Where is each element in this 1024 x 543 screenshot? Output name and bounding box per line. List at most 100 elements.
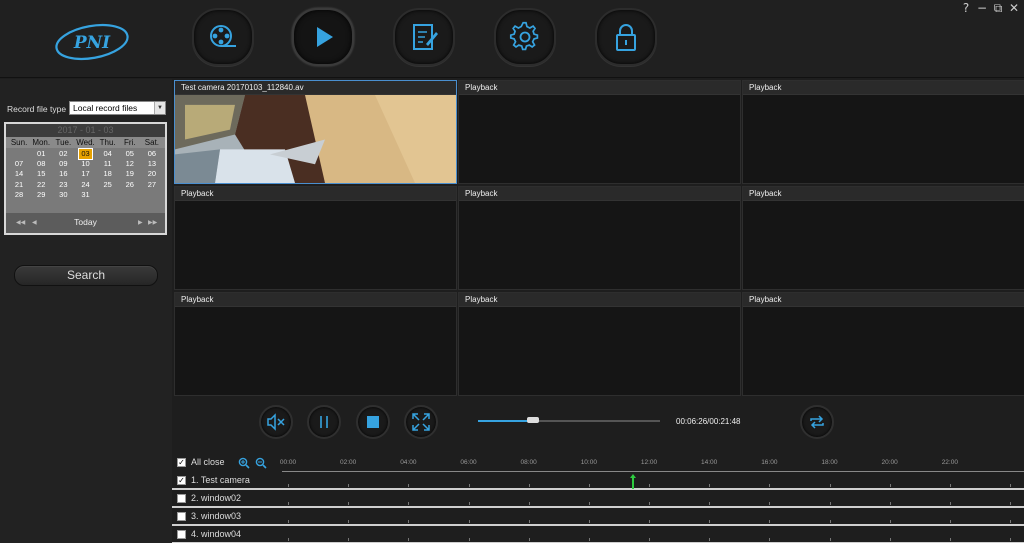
weekday-label: Sun. — [10, 138, 28, 147]
weekday-label: Thu. — [99, 138, 116, 147]
row-tick — [889, 520, 891, 523]
timeline-row[interactable]: ✓ 1. Test camera — [172, 472, 1024, 490]
row-checkbox[interactable] — [177, 530, 186, 539]
progress-slider[interactable] — [478, 417, 660, 423]
arrow-up-icon — [629, 474, 636, 489]
calendar-day[interactable]: 23 — [52, 180, 74, 190]
row-tick — [468, 502, 470, 505]
playback-pane[interactable]: Test camera 20170103_112840.av — [174, 80, 457, 184]
settings-button[interactable] — [494, 8, 556, 66]
restore-button[interactable]: ⧉ — [992, 1, 1004, 15]
calendar-day[interactable]: 14 — [8, 169, 30, 179]
calendar-day[interactable]: 16 — [52, 169, 74, 179]
calendar-day[interactable]: 30 — [52, 190, 74, 200]
calendar-day[interactable]: 03 — [78, 147, 93, 161]
row-checkbox[interactable]: ✓ — [177, 476, 186, 485]
row-tick — [889, 538, 891, 541]
playback-button[interactable] — [292, 8, 354, 66]
calendar-day[interactable]: 02 — [52, 149, 74, 159]
playback-pane[interactable]: Playback — [458, 292, 741, 396]
record-file-type-select[interactable]: Local record files ▼ — [69, 101, 166, 115]
row-tick — [468, 520, 470, 523]
lock-icon — [616, 24, 636, 51]
calendar-day[interactable]: 20 — [141, 169, 163, 179]
row-tick — [588, 538, 590, 541]
hour-tick-label: 02:00 — [340, 459, 357, 466]
calendar-day[interactable]: 08 — [30, 159, 52, 169]
timeline-row[interactable]: 2. window02 — [172, 490, 1024, 508]
playback-pane[interactable]: Playback — [174, 292, 457, 396]
help-button[interactable]: ? — [960, 1, 972, 15]
zoom-in-icon[interactable] — [238, 457, 250, 469]
window-controls: ? − ⧉ ✕ — [960, 1, 1020, 15]
row-tick — [468, 538, 470, 541]
mute-button[interactable] — [259, 405, 293, 439]
calendar-day[interactable]: 10 — [74, 159, 96, 169]
timeline-row[interactable]: 3. window03 — [172, 508, 1024, 526]
calendar-day[interactable]: 05 — [119, 149, 141, 159]
calendar-day[interactable]: 04 — [97, 149, 119, 159]
play-icon — [317, 27, 333, 47]
row-tick — [769, 502, 771, 505]
zoom-out-icon[interactable] — [255, 457, 267, 469]
row-tick — [408, 538, 410, 541]
calendar-day[interactable]: 24 — [74, 180, 96, 190]
row-tick — [889, 484, 891, 487]
next-year-icon[interactable]: ▶▶ — [148, 219, 157, 226]
record-files-button[interactable] — [192, 8, 254, 66]
time-readout: 00:06:26/00:21:48 — [676, 417, 741, 426]
calendar-day[interactable]: 21 — [8, 180, 30, 190]
speaker-mute-icon — [267, 413, 285, 431]
playhead-marker[interactable] — [629, 474, 636, 489]
playback-pane[interactable]: Playback — [174, 186, 457, 290]
calendar-day[interactable]: 29 — [30, 190, 52, 200]
row-tick — [528, 520, 530, 523]
playback-pane[interactable]: Playback — [742, 186, 1024, 290]
row-tick — [949, 502, 951, 505]
pause-button[interactable] — [307, 405, 341, 439]
calendar-day[interactable]: 01 — [30, 149, 52, 159]
calendar-day[interactable]: 09 — [52, 159, 74, 169]
close-button[interactable]: ✕ — [1008, 1, 1020, 15]
calendar-day[interactable]: 17 — [74, 169, 96, 179]
row-tick — [769, 538, 771, 541]
calendar-day[interactable]: 25 — [97, 180, 119, 190]
calendar-day[interactable]: 22 — [30, 180, 52, 190]
log-button[interactable] — [393, 8, 455, 66]
calendar-day[interactable]: 07 — [8, 159, 30, 169]
playback-pane[interactable]: Playback — [458, 186, 741, 290]
row-checkbox[interactable] — [177, 494, 186, 503]
calendar-day[interactable]: 27 — [141, 180, 163, 190]
calendar-day[interactable]: 18 — [97, 169, 119, 179]
row-tick — [829, 502, 831, 505]
calendar-day[interactable]: 06 — [141, 149, 163, 159]
next-month-icon[interactable]: ▶ — [138, 219, 143, 226]
playback-pane[interactable]: Playback — [742, 292, 1024, 396]
calendar-day[interactable]: 31 — [74, 190, 96, 200]
calendar-day[interactable]: 12 — [119, 159, 141, 169]
calendar-day[interactable]: 11 — [97, 159, 119, 169]
calendar-day[interactable]: 19 — [119, 169, 141, 179]
all-close-checkbox[interactable]: ✓ — [177, 458, 186, 467]
calendar-day[interactable]: 26 — [119, 180, 141, 190]
row-checkbox[interactable] — [177, 512, 186, 521]
calendar-day[interactable]: 28 — [8, 190, 30, 200]
lock-button[interactable] — [595, 8, 657, 66]
row-tick — [949, 484, 951, 487]
playback-pane[interactable]: Playback — [458, 80, 741, 184]
calendar-day[interactable]: 13 — [141, 159, 163, 169]
pane-title: Playback — [743, 293, 1024, 306]
expand-icon — [412, 413, 430, 431]
fullscreen-button[interactable] — [404, 405, 438, 439]
playback-pane[interactable]: Playback — [742, 80, 1024, 184]
calendar-day[interactable]: 15 — [30, 169, 52, 179]
loop-button[interactable] — [800, 405, 834, 439]
camera-frame-image — [175, 95, 456, 183]
progress-handle[interactable] — [526, 417, 539, 423]
search-button[interactable]: Search — [14, 265, 158, 286]
logo-text: PNI — [73, 33, 111, 53]
stop-button[interactable] — [356, 405, 390, 439]
timeline-row[interactable]: 4. window04 — [172, 526, 1024, 543]
date-calendar: 2017 - 01 - 03 Sun. Mon. Tue. Wed. Thu. Fri. S… — [4, 122, 167, 235]
minimize-button[interactable]: − — [976, 1, 988, 15]
